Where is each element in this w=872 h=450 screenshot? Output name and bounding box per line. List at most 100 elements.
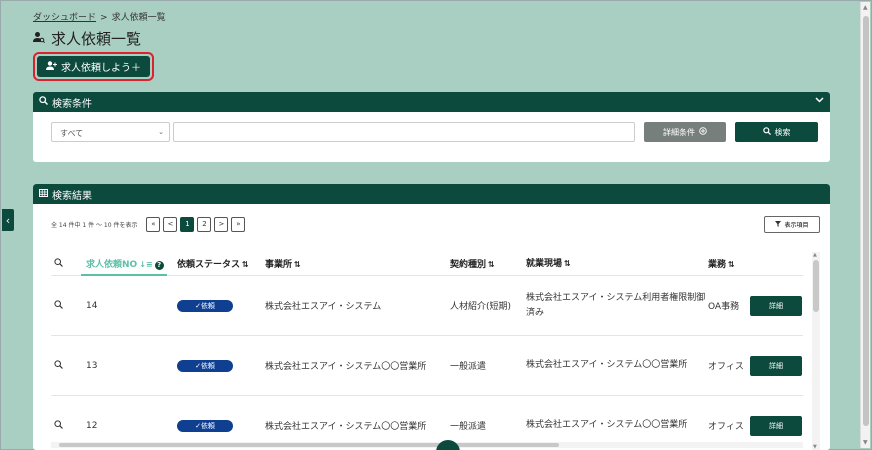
col-header-status[interactable]: 依頼ステータス ⇅	[177, 257, 265, 270]
search-keyword-input[interactable]	[173, 122, 635, 142]
cell-site: 株式会社エスアイ・システム〇〇営業所	[526, 420, 688, 430]
detail-conditions-button[interactable]: 詳細条件	[644, 122, 726, 142]
row-detail-button[interactable]: 詳細	[750, 415, 802, 436]
search-type-value: すべて	[60, 129, 84, 138]
cell-no: 13	[86, 360, 98, 371]
col-header-job-label: 業務	[708, 260, 727, 270]
pager-prev[interactable]: <	[163, 216, 178, 232]
search-panel: 検索条件 すべて ⌄ 詳細条件 検索	[33, 92, 830, 162]
page-scroll-thumb[interactable]	[863, 16, 869, 426]
cell-office: 株式会社エスアイ・システム〇〇営業所	[265, 362, 427, 372]
sort-desc-icon: ↓≡	[139, 260, 153, 269]
search-type-select[interactable]: すべて ⌄	[51, 122, 170, 142]
chevron-left-icon: ‹	[5, 213, 11, 227]
col-header-site[interactable]: 就業現場 ⇅	[526, 256, 708, 272]
col-header-contract-label: 契約種別	[450, 260, 487, 270]
status-badge: ✓依頼	[177, 419, 233, 432]
cell-no: 14	[86, 300, 98, 311]
scroll-down-icon[interactable]: ▼	[863, 439, 868, 446]
scroll-down-icon[interactable]: ▼	[813, 444, 817, 450]
pager-first[interactable]: «	[146, 216, 161, 232]
search-panel-title: 検索条件	[52, 98, 92, 110]
breadcrumb-home-link[interactable]: ダッシュボード	[33, 13, 96, 23]
results-panel: 検索結果 全 14 件中 1 件 ～ 10 件を表示 « < 1 2 > » 表…	[33, 184, 830, 450]
cell-no: 12	[86, 420, 98, 431]
display-columns-label: 表示項目	[784, 223, 809, 229]
zoom-icon	[51, 257, 81, 270]
cell-status: ✓依頼	[177, 419, 265, 432]
search-button[interactable]: 検索	[735, 122, 818, 142]
sort-icon: ⇅	[242, 260, 249, 269]
col-header-office-label: 事業所	[265, 260, 293, 270]
col-header-job[interactable]: 業務 ⇅	[708, 257, 750, 270]
table-row: 14 ✓依頼 株式会社エスアイ・システム 人材紹介(短期) 株式会社エスアイ・シ…	[51, 276, 803, 336]
cell-status: ✓依頼	[177, 299, 265, 312]
row-detail-button[interactable]: 詳細	[750, 355, 802, 376]
add-job-request-button[interactable]: 求人依頼しよう＋	[37, 56, 150, 77]
row-detail-button[interactable]: 詳細	[750, 295, 802, 316]
cell-action: 詳細	[750, 355, 803, 376]
breadcrumb-current: 求人依頼一覧	[111, 13, 166, 23]
cell-contract: 人材紹介(短期)	[450, 302, 512, 312]
chevron-down-icon: ⌄	[158, 128, 164, 136]
results-panel-header: 検索結果	[33, 184, 830, 204]
search-panel-header[interactable]: 検索条件	[33, 92, 830, 112]
filter-icon	[775, 220, 782, 229]
pager-last[interactable]: »	[231, 216, 246, 232]
pager-page-2[interactable]: 2	[197, 216, 212, 232]
sort-icon: ⇅	[294, 260, 301, 269]
results-panel-title: 検索結果	[52, 190, 92, 202]
detail-conditions-label: 詳細条件	[663, 127, 695, 137]
sort-icon: ⇅	[728, 260, 735, 269]
status-badge: ✓依頼	[177, 359, 233, 372]
cell-contract: 一般派遣	[450, 422, 487, 432]
table-vertical-scrollbar[interactable]: ▲ ▼	[812, 252, 820, 450]
breadcrumb-separator: >	[100, 13, 108, 23]
cell-contract: 一般派遣	[450, 362, 487, 372]
search-icon	[762, 127, 771, 137]
display-columns-button[interactable]: 表示項目	[764, 216, 820, 233]
scroll-up-icon[interactable]: ▲	[813, 252, 817, 258]
col-header-contract[interactable]: 契約種別 ⇅	[450, 257, 526, 270]
chevron-down-icon[interactable]	[815, 95, 824, 107]
breadcrumb: ダッシュボード > 求人依頼一覧	[33, 10, 166, 23]
col-header-status-label: 依頼ステータス	[177, 260, 241, 270]
user-plus-icon	[46, 60, 57, 73]
help-icon[interactable]: ?	[154, 261, 164, 270]
cell-office: 株式会社エスアイ・システム	[265, 302, 382, 312]
result-count-info: 全 14 件中 1 件 ～ 10 件を表示	[51, 221, 138, 229]
col-header-no-label: 求人依頼NO	[86, 260, 138, 270]
page-title: 求人依頼一覧	[33, 28, 141, 49]
page-vertical-scrollbar[interactable]: ▲ ▼	[860, 2, 870, 448]
add-button-highlight: 求人依頼しよう＋	[33, 52, 154, 81]
table-vertical-scroll-thumb[interactable]	[813, 260, 819, 312]
scroll-up-icon[interactable]: ▲	[863, 4, 868, 11]
search-button-label: 検索	[774, 127, 791, 137]
cell-action: 詳細	[750, 295, 803, 316]
active-sort-underline	[81, 274, 167, 276]
plus-circle-icon	[699, 127, 707, 137]
cell-action: 詳細	[750, 415, 803, 436]
cell-job: OA事務	[708, 302, 740, 312]
status-badge: ✓依頼	[177, 299, 233, 312]
col-header-office[interactable]: 事業所 ⇅	[265, 257, 450, 270]
table-horizontal-scroll-thumb[interactable]	[59, 443, 559, 447]
table-header: 求人依頼NO ↓≡? 依頼ステータス ⇅ 事業所 ⇅ 契約種別 ⇅ 就業現場 ⇅ 業務 ⇅	[51, 252, 803, 276]
sort-icon: ⇅	[564, 258, 571, 268]
cell-job: オフィス	[708, 422, 744, 432]
zoom-icon[interactable]	[51, 299, 81, 312]
pager-next[interactable]: >	[214, 216, 229, 232]
col-header-no[interactable]: 求人依頼NO ↓≡?	[81, 257, 177, 270]
table-icon	[39, 188, 48, 200]
zoom-icon[interactable]	[51, 419, 81, 432]
table-row: 13 ✓依頼 株式会社エスアイ・システム〇〇営業所 一般派遣 株式会社エスアイ・…	[51, 336, 803, 396]
cell-office: 株式会社エスアイ・システム〇〇営業所	[265, 422, 427, 432]
table-horizontal-scrollbar[interactable]	[51, 442, 803, 448]
zoom-icon[interactable]	[51, 359, 81, 372]
add-job-request-label: 求人依頼しよう＋	[61, 63, 141, 74]
page-title-text: 求人依頼一覧	[51, 30, 142, 48]
pager-page-1[interactable]: 1	[180, 216, 195, 232]
cell-site: 株式会社エスアイ・システム利用者権限制御済み	[526, 292, 706, 318]
sidebar-toggle-button[interactable]: ‹	[2, 209, 14, 231]
sort-icon: ⇅	[488, 260, 495, 269]
